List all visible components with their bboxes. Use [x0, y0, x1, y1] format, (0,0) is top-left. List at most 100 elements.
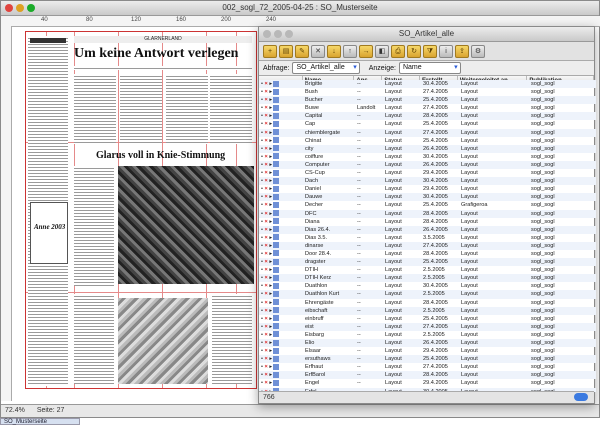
minimize-window-icon[interactable] — [16, 4, 24, 12]
expand-icon[interactable]: ▸ — [269, 364, 272, 370]
list-row[interactable]: • × ▸ Bush -- Layout 27.4.2005 Layout sogl_sog… — [259, 88, 596, 96]
expand-icon[interactable]: ▸ — [269, 356, 272, 362]
list-row[interactable]: • × ▸ chiemblergate -- Layout 27.4.2005 Layou… — [259, 128, 596, 137]
list-row[interactable]: • × ▸ Decher -- Layout 25.4.2005 Grafigeroa so… — [259, 201, 596, 209]
expand-icon[interactable]: ▸ — [269, 138, 272, 144]
expand-icon[interactable]: ▸ — [269, 186, 272, 192]
expand-icon[interactable]: ▸ — [269, 300, 272, 306]
expand-icon[interactable]: ▸ — [269, 316, 272, 322]
expand-icon[interactable]: ▸ — [269, 259, 272, 265]
expand-icon[interactable]: ▸ — [269, 81, 272, 87]
list-row[interactable]: • × ▸ Chinat -- Layout 25.4.2005 Layout sogl_s… — [259, 137, 596, 145]
expand-icon[interactable]: ▸ — [269, 267, 272, 273]
expand-icon[interactable]: ▸ — [269, 162, 272, 168]
expand-icon[interactable]: ▸ — [269, 308, 272, 314]
delete-article-icon[interactable]: ✕ — [311, 44, 325, 58]
list-row[interactable]: • × ▸ eist -- Layout 27.4.2005 Layout sogl_sog… — [259, 322, 596, 331]
list-row[interactable]: • × ▸ Door 28.4. -- Layout 28.4.2005 Layout so… — [259, 250, 596, 258]
expand-icon[interactable]: ▸ — [269, 146, 272, 152]
list-row[interactable]: • × ▸ Computer -- Layout 26.4.2005 Layout sogl… — [259, 160, 596, 170]
expand-icon[interactable]: ▸ — [269, 348, 272, 354]
list-row[interactable]: • × ▸ Dias 26.4. -- Layout 26.4.2005 Layout so… — [259, 225, 596, 234]
list-row[interactable]: • × ▸ Daniel -- Layout 29.4.2005 Layout sogl_s… — [259, 185, 596, 193]
export-icon[interactable]: ⇪ — [455, 44, 469, 58]
expand-icon[interactable]: ▸ — [269, 178, 272, 184]
new-article-icon[interactable]: + — [263, 44, 277, 58]
close-window-icon[interactable] — [263, 30, 271, 38]
checkout-icon[interactable]: ↓ — [327, 44, 341, 58]
list-row[interactable]: • × ▸ Buwe Landolt Layout 27.4.2005 Layout sog… — [259, 104, 596, 112]
print-icon[interactable]: ⎙ — [391, 44, 405, 58]
expand-icon[interactable]: ▸ — [269, 275, 272, 281]
minimize-window-icon[interactable] — [274, 30, 282, 38]
expand-icon[interactable]: ▸ — [269, 291, 272, 297]
edit-article-icon[interactable]: ✎ — [295, 44, 309, 58]
list-row[interactable]: • × ▸ CS-Cup -- Layout 29.4.2005 Layout sogl_s… — [259, 169, 596, 177]
doc-titlebar[interactable]: 002_sogl_72_2005-04-25 : SO_Musterseite — [1, 1, 599, 16]
filter-icon[interactable]: ⧩ — [423, 44, 437, 58]
article-list[interactable]: • × ▸ Brigitte -- Layout 30.4.2005 Layout sogl… — [259, 80, 596, 392]
expand-icon[interactable]: ▸ — [269, 283, 272, 289]
list-row[interactable]: • × ▸ Brigitte -- Layout 30.4.2005 Layout sogl… — [259, 80, 596, 89]
list-row[interactable]: • × ▸ Diana -- Layout 28.4.2005 Layout sogl_so… — [259, 218, 596, 226]
page-indicator[interactable]: Seite: 27 — [37, 407, 65, 414]
text-column[interactable] — [74, 166, 114, 286]
info-icon[interactable]: i — [439, 44, 453, 58]
expand-icon[interactable]: ▸ — [269, 324, 272, 330]
list-row[interactable]: • × ▸ eibschaft -- Layout 2.5.2005 Layout sogl… — [259, 306, 596, 315]
forward-icon[interactable]: → — [359, 44, 373, 58]
list-row[interactable]: • × ▸ Eisbarg -- Layout 2.5.2005 Layout sogl_s… — [259, 331, 596, 339]
expand-icon[interactable]: ▸ — [269, 194, 272, 200]
text-column[interactable] — [212, 294, 252, 384]
list-row[interactable]: • × ▸ Capital -- Layout 28.4.2005 Layout sogl_… — [259, 112, 596, 121]
list-row[interactable]: • × ▸ einbruff -- Layout 25.4.2005 Layout sogl… — [259, 315, 596, 323]
list-row[interactable]: • × ▸ Dach -- Layout 30.4.2005 Layout sogl_sog… — [259, 177, 596, 186]
expand-icon[interactable]: ▸ — [269, 219, 272, 225]
list-row[interactable]: • × ▸ Engel -- Layout 29.4.2005 Layout sogl_so… — [259, 379, 596, 387]
zoom-window-icon[interactable] — [27, 4, 35, 12]
list-row[interactable]: • × ▸ DTIH -- Layout 2.5.2005 Layout sogl_sogl — [259, 266, 596, 274]
refresh-icon[interactable]: ↻ — [407, 44, 421, 58]
expand-icon[interactable]: ▸ — [269, 130, 272, 136]
list-row[interactable]: • × ▸ Duathlon Kurt -- Layout 2.5.2005 Layout… — [259, 290, 596, 299]
zoom-window-icon[interactable] — [285, 30, 293, 38]
expand-icon[interactable]: ▸ — [269, 170, 272, 176]
expand-icon[interactable]: ▸ — [269, 97, 272, 103]
display-select[interactable]: Name — [398, 62, 461, 74]
expand-icon[interactable]: ▸ — [269, 211, 272, 217]
list-row[interactable]: • × ▸ dinarse -- Layout 27.4.2005 Layout sogl_… — [259, 241, 596, 250]
expand-icon[interactable]: ▸ — [269, 121, 272, 127]
sidebar-box[interactable]: Anne 2003 — [30, 202, 68, 264]
vertical-ruler[interactable] — [1, 16, 12, 401]
expand-icon[interactable]: ▸ — [269, 243, 272, 249]
list-row[interactable]: • × ▸ Bucher -- Layout 25.4.2005 Layout sogl_s… — [259, 96, 596, 105]
expand-icon[interactable]: ▸ — [269, 105, 272, 111]
list-titlebar[interactable]: SO_Artikel_alle — [259, 27, 594, 42]
mid-headline[interactable]: Glarus voll in Knie-Stimmung — [96, 150, 225, 161]
list-row[interactable]: • × ▸ Dauwe -- Layout 30.4.2005 Layout sogl_so… — [259, 193, 596, 202]
expand-icon[interactable]: ▸ — [269, 202, 272, 208]
list-row[interactable]: • × ▸ Ehrengäste -- Layout 28.4.2005 Layout so… — [259, 299, 596, 307]
expand-icon[interactable]: ▸ — [269, 380, 272, 386]
list-row[interactable]: • × ▸ coiffure -- Layout 30.4.2005 Layout sogl… — [259, 153, 596, 161]
list-row[interactable]: • × ▸ Duathlon -- Layout 30.4.2005 Layout sogl… — [259, 282, 596, 290]
close-window-icon[interactable] — [5, 4, 13, 12]
list-row[interactable]: • × ▸ dragster -- Layout 25.4.2005 Layout sogl… — [259, 258, 596, 267]
newspaper-page[interactable]: GLARNERLAND Um keine Antwort verlegen Gl… — [25, 31, 257, 389]
settings-icon[interactable]: ⚙ — [471, 44, 485, 58]
checkin-icon[interactable]: ↑ — [343, 44, 357, 58]
list-row[interactable]: • × ▸ ersuthaws -- Layout 25.4.2005 Layout sog… — [259, 355, 596, 364]
zoom-level[interactable]: 72.4% — [5, 407, 25, 414]
text-column[interactable] — [120, 74, 162, 144]
list-row[interactable]: • × ▸ Elio -- Layout 26.4.2005 Layout sogl_sog… — [259, 339, 596, 348]
text-column[interactable] — [74, 74, 116, 144]
list-row[interactable]: • × ▸ DFC -- Layout 28.4.2005 Layout sogl_sogl — [259, 209, 596, 218]
cattle-photo[interactable] — [118, 298, 208, 384]
list-row[interactable]: • × ▸ city -- Layout 26.4.2005 Layout sogl_sog… — [259, 144, 596, 153]
expand-icon[interactable]: ▸ — [269, 340, 272, 346]
list-row[interactable]: • × ▸ ErfBarol -- Layout 28.4.2005 Layout sogl… — [259, 371, 596, 380]
expand-icon[interactable]: ▸ — [269, 372, 272, 378]
expand-icon[interactable]: ▸ — [269, 113, 272, 119]
article-list-window[interactable]: SO_Artikel_alle + ▤ ✎ ✕ ↓ ↑ → ◧ ⎙ ↻ ⧩ i … — [258, 26, 596, 404]
expand-icon[interactable]: ▸ — [269, 235, 272, 241]
